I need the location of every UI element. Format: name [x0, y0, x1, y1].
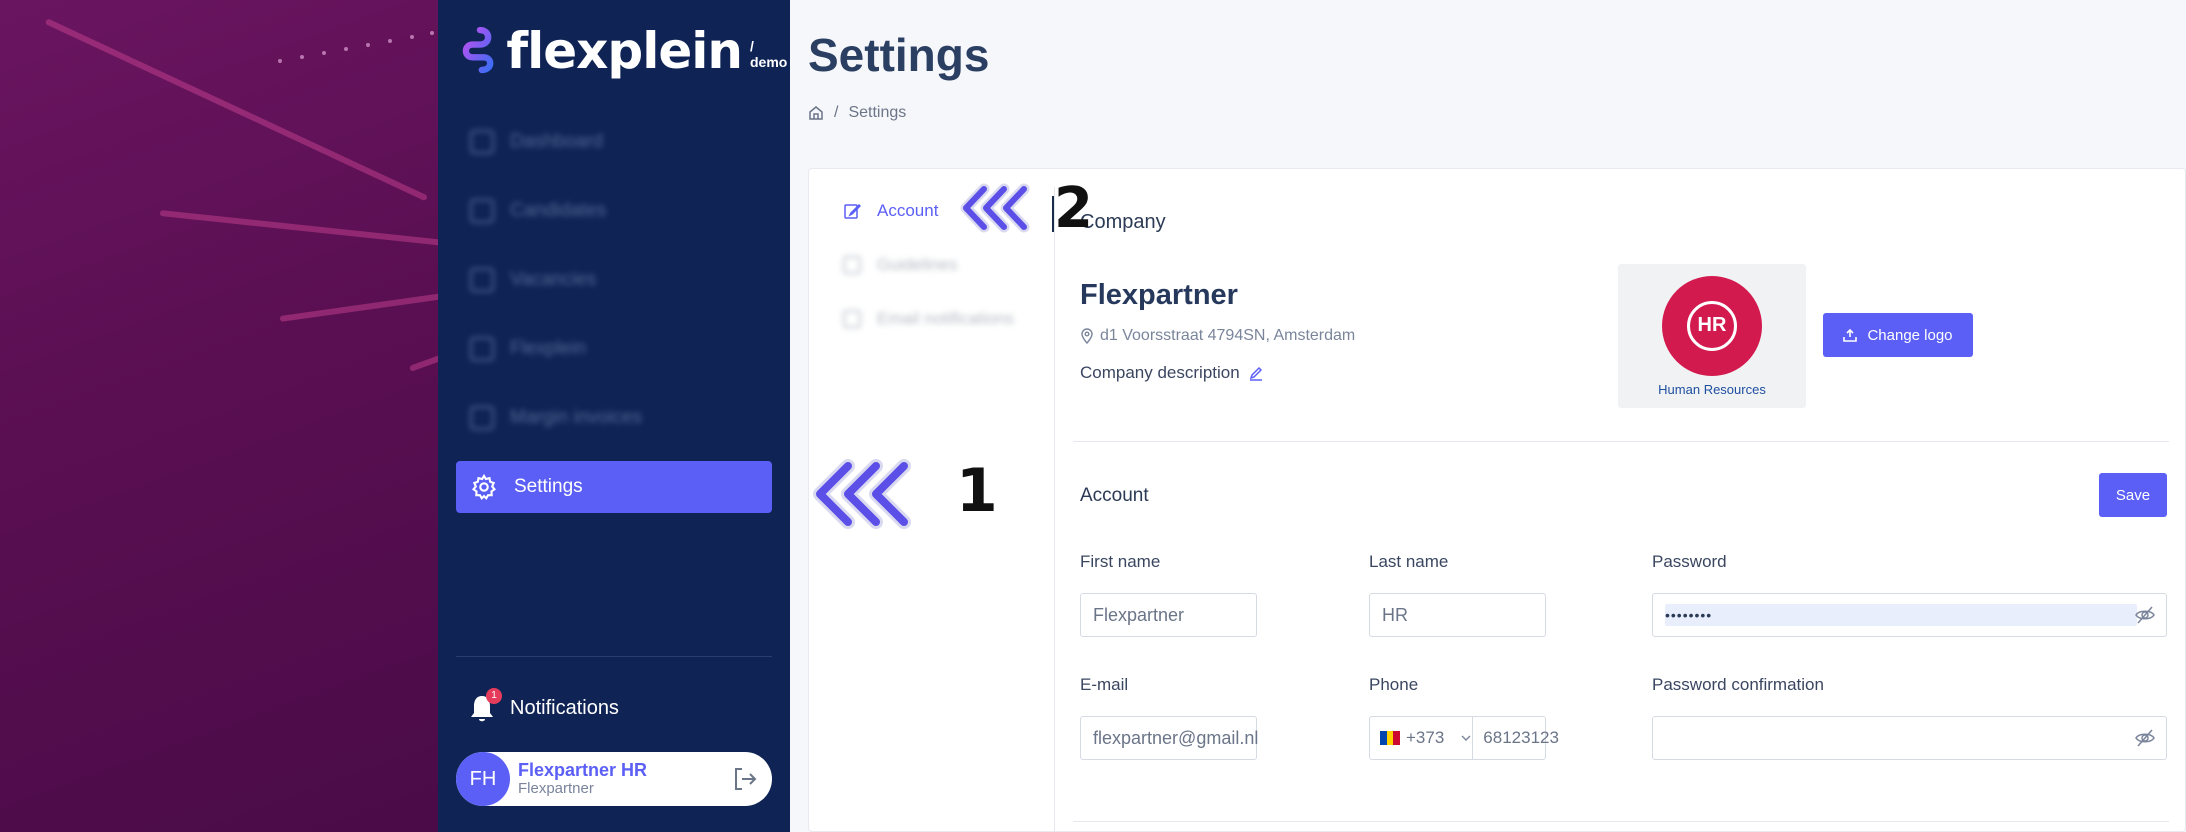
section-divider [1073, 821, 2169, 822]
upload-icon [1843, 328, 1858, 342]
chevron-down-icon [1461, 735, 1471, 741]
sidebar-item-candidates[interactable]: Candidates [456, 185, 772, 237]
bell-icon: 1 [468, 688, 502, 724]
brand-logo[interactable]: flexplein / demo [460, 22, 791, 78]
annotation-number-1: 1 [956, 456, 998, 526]
country-code-select[interactable]: +373 [1380, 717, 1474, 759]
location-pin-icon [1081, 328, 1093, 344]
eye-off-icon[interactable] [2134, 604, 2156, 626]
settings-card: Account Guidelines Email notifications C… [808, 168, 2186, 832]
first-name-value: Flexpartner [1093, 604, 1185, 625]
moldova-flag-icon [1380, 731, 1401, 745]
home-icon[interactable] [808, 105, 824, 121]
annotation-arrow-1 [813, 459, 911, 529]
sidebar-item-settings[interactable]: Settings [456, 461, 772, 513]
phone-number-value: 68123123 [1483, 728, 1559, 747]
clipboard-icon [470, 268, 494, 292]
subnav-divider [1054, 187, 1055, 832]
brand-name: flexplein [506, 22, 743, 80]
sidebar-divider [456, 656, 772, 657]
company-description: Company description [1080, 363, 1264, 383]
sidebar-item-label: Candidates [510, 200, 607, 221]
sidebar-item-label: Vacancies [510, 269, 597, 290]
breadcrumb-separator: / [834, 104, 839, 121]
password-label: Password [1652, 552, 1727, 571]
breadcrumb-current: Settings [848, 104, 907, 121]
sidebar-item-label: Flexplein [510, 338, 587, 359]
main-content: Settings / Settings Account Guidelines E… [790, 0, 2186, 832]
sidebar-item-margin-invoices[interactable]: Margin invoices [456, 392, 772, 444]
password-field[interactable]: •••••••• [1652, 593, 2167, 637]
subnav-item-label: Email notifications [877, 309, 1015, 328]
logout-icon[interactable] [730, 764, 760, 794]
notifications-label: Notifications [510, 696, 619, 719]
background-decoration [0, 0, 438, 832]
users-icon [470, 199, 494, 223]
password-autofill-highlight [1665, 604, 2137, 626]
user-card[interactable]: FH Flexpartner HR Flexpartner [456, 752, 772, 806]
subnav-item-label: Account [877, 201, 939, 220]
notification-count-badge: 1 [486, 688, 502, 704]
sidebar: flexplein / demo Dashboard Candidates Va… [438, 0, 790, 832]
last-name-value: HR [1382, 604, 1408, 625]
logo-caption: Human Resources [1658, 381, 1766, 397]
email-field[interactable]: flexpartner@gmail.nl [1080, 716, 1259, 760]
sidebar-item-vacancies[interactable]: Vacancies [456, 254, 772, 306]
hr-logo-circle: HR [1662, 275, 1762, 376]
change-logo-label: Change logo [1867, 326, 1953, 344]
first-name-label: First name [1080, 552, 1161, 571]
sidebar-item-label: Margin invoices [510, 407, 642, 428]
account-section-label: Account [1080, 485, 1149, 506]
email-label: E-mail [1080, 675, 1129, 694]
sidebar-nav: Dashboard Candidates Vacancies Flexplein… [456, 116, 772, 530]
subnav-item-guidelines[interactable]: Guidelines [843, 253, 1014, 277]
company-address: d1 Voorsstraat 4794SN, Amsterdam [1080, 327, 1355, 345]
edit-icon [844, 203, 861, 219]
company-name: Flexpartner [1080, 279, 1238, 311]
handshake-icon [470, 337, 494, 361]
breadcrumb: / Settings [808, 104, 906, 122]
notifications-button[interactable]: 1 Notifications [468, 688, 619, 724]
sidebar-item-flexplein[interactable]: Flexplein [456, 323, 772, 375]
invoice-icon [470, 406, 494, 430]
company-address-text: d1 Voorsstraat 4794SN, Amsterdam [1100, 327, 1356, 344]
sidebar-item-label: Settings [514, 476, 583, 497]
save-button[interactable]: Save [2099, 473, 2167, 517]
company-description-label: Company description [1080, 363, 1240, 382]
avatar: FH [456, 752, 510, 806]
brand-suffix: / demo [749, 38, 788, 70]
last-name-label: Last name [1369, 552, 1449, 571]
pencil-icon[interactable] [1248, 365, 1264, 381]
company-logo: HR Human Resources [1618, 264, 1806, 408]
document-icon [843, 256, 861, 274]
annotation-number-2: 2 [1054, 176, 1093, 241]
phone-label: Phone [1369, 675, 1419, 694]
section-divider [1073, 441, 2169, 442]
user-company: Flexpartner [518, 780, 594, 797]
subnav-item-label: Guidelines [877, 255, 958, 274]
sidebar-item-label: Dashboard [510, 131, 603, 152]
email-value: flexpartner@gmail.nl [1093, 727, 1259, 748]
password-confirmation-label: Password confirmation [1652, 675, 1824, 694]
eye-off-icon[interactable] [2134, 727, 2156, 749]
gear-icon [471, 473, 497, 501]
mail-icon [843, 310, 861, 328]
phone-field[interactable]: +373 68123123 [1369, 716, 1559, 760]
annotation-arrow-2 [960, 183, 1030, 233]
user-name: Flexpartner HR [518, 760, 648, 780]
first-name-field[interactable]: Flexpartner [1080, 593, 1257, 637]
password-value: •••••••• [1665, 607, 1713, 623]
hr-logo-letters: HR [1687, 300, 1737, 351]
user-info: Flexpartner HR Flexpartner [518, 760, 730, 798]
page-title: Settings [808, 29, 990, 81]
flexplein-logo-icon [462, 26, 494, 74]
sidebar-item-dashboard[interactable]: Dashboard [456, 116, 772, 168]
change-logo-button[interactable]: Change logo [1823, 313, 1973, 357]
last-name-field[interactable]: HR [1369, 593, 1546, 637]
password-confirmation-field[interactable] [1652, 716, 2167, 760]
dashboard-icon [470, 130, 494, 154]
phone-country-code: +373 [1406, 728, 1445, 747]
subnav-item-email-notifications[interactable]: Email notifications [843, 307, 1014, 331]
